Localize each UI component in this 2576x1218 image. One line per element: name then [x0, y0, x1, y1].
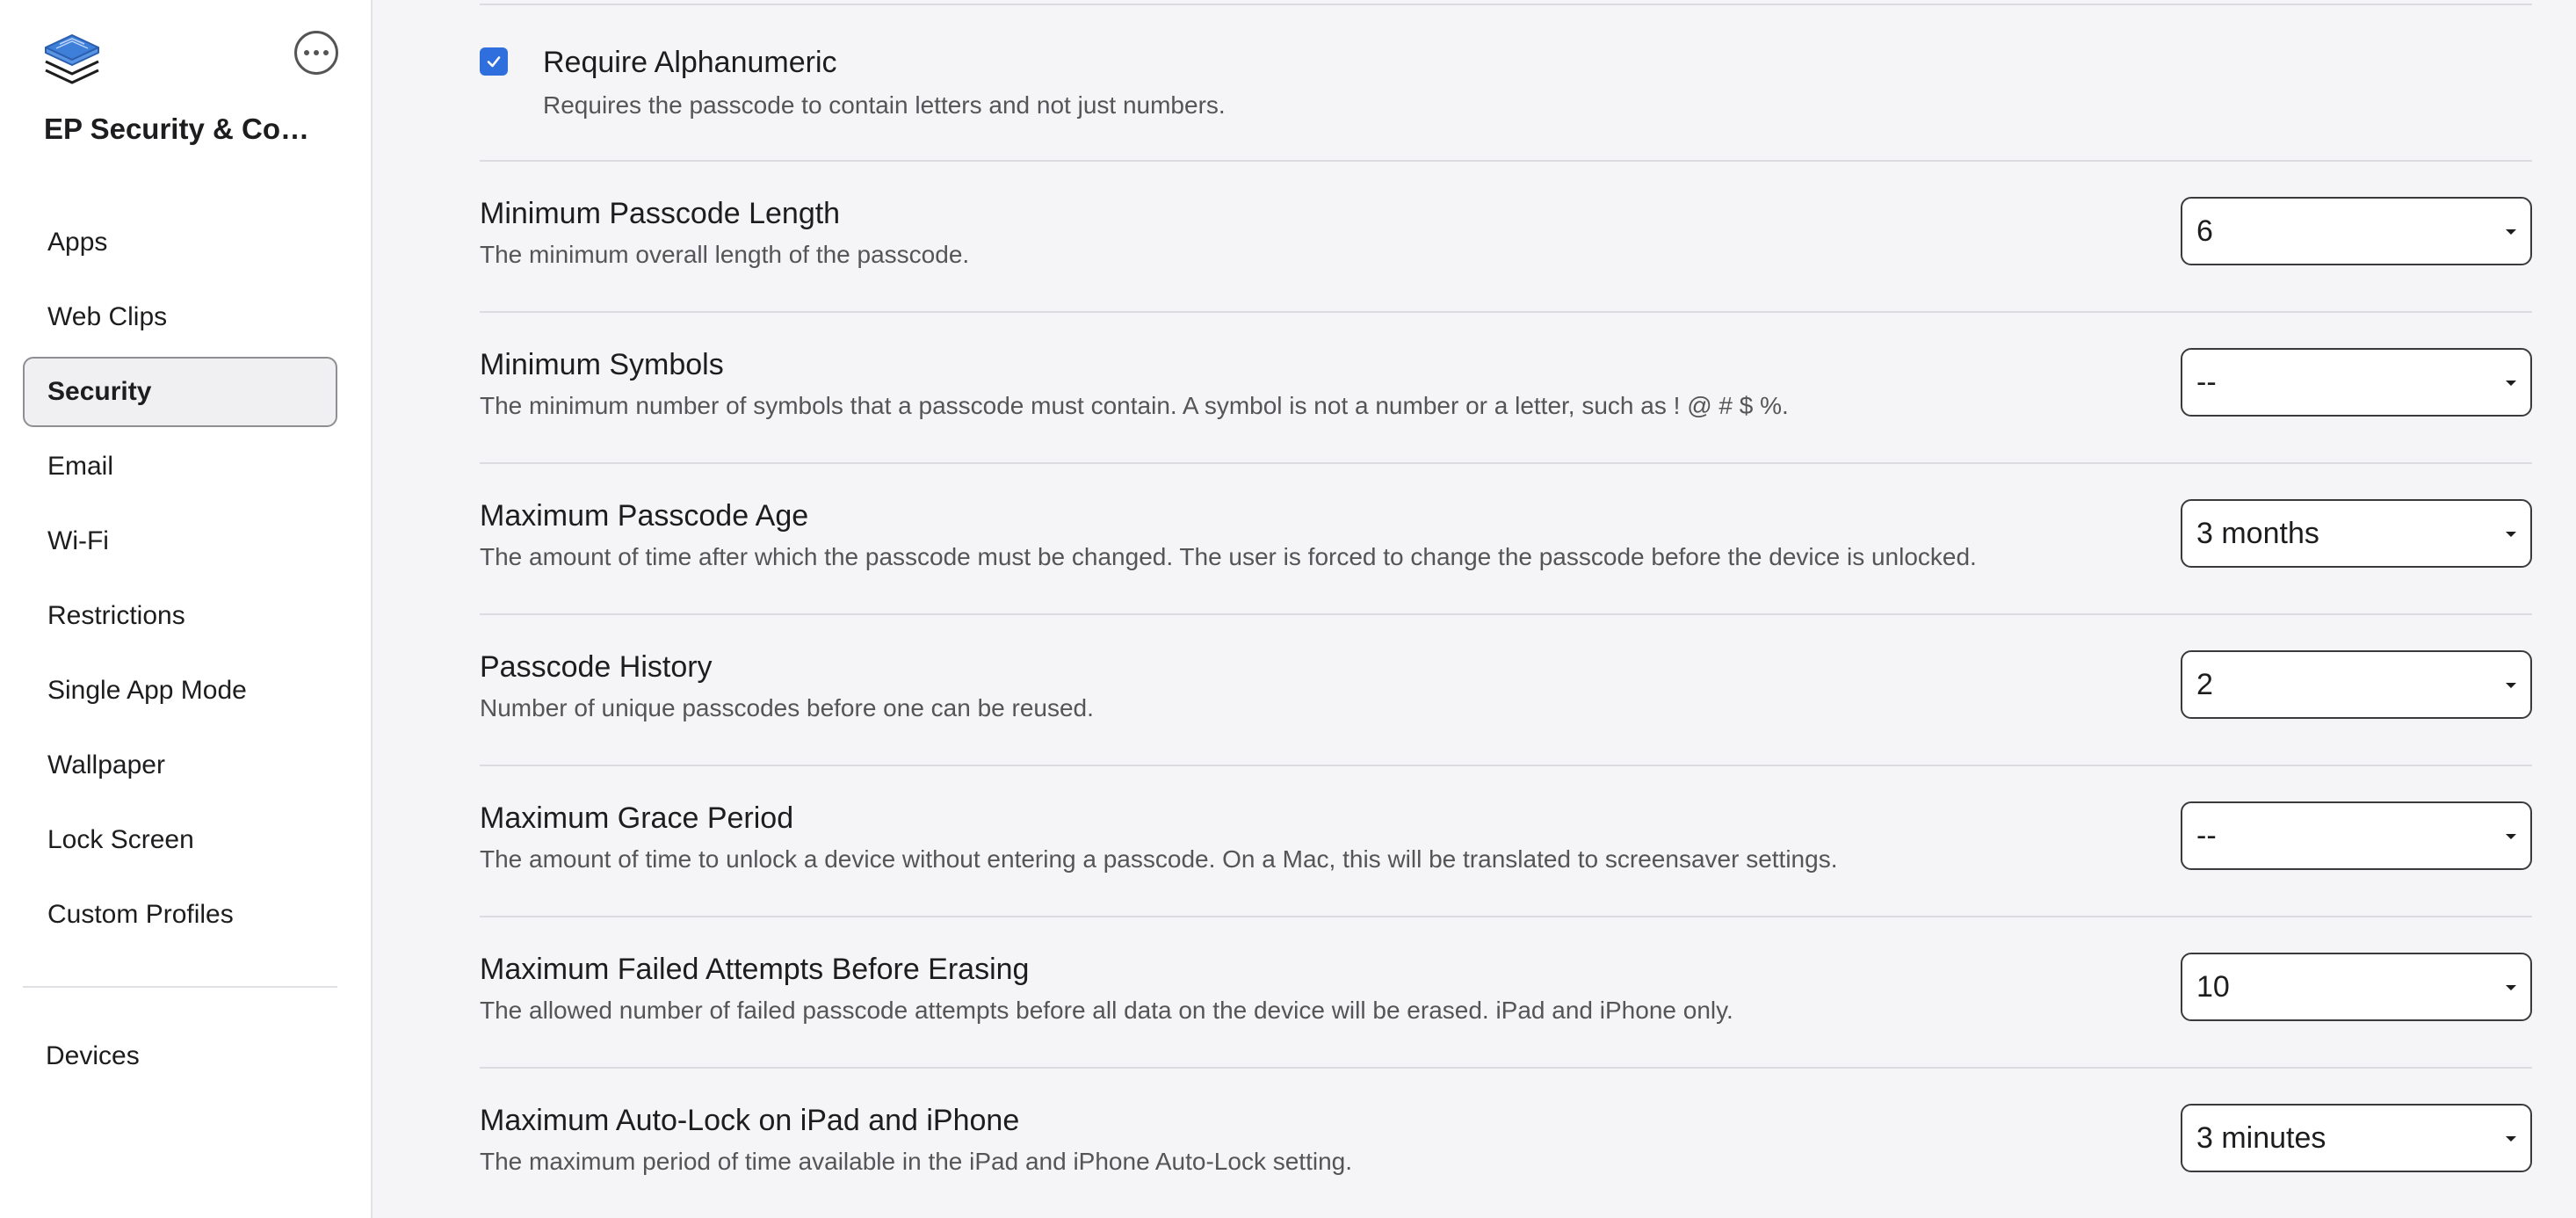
setting-select[interactable]: 2 — [2181, 650, 2532, 719]
caret-down-icon — [2506, 834, 2516, 839]
sidebar-item-email[interactable]: Email — [23, 431, 337, 502]
setting-select[interactable]: 6 — [2181, 197, 2532, 265]
sidebar-nav: Apps Web Clips Security Email Wi-Fi Restricti… — [23, 207, 337, 954]
setting-description: The minimum number of symbols that a pas… — [480, 392, 1789, 419]
setting-select[interactable]: -- — [2181, 801, 2532, 870]
sidebar-item-devices[interactable]: Devices — [23, 1021, 337, 1091]
sidebar-item-security[interactable]: Security — [23, 357, 337, 427]
setting-row: Maximum Passcode Age The amount of time a… — [480, 464, 2532, 615]
setting-description: The allowed number of failed passcode at… — [480, 997, 1733, 1024]
require-alphanumeric-description: Requires the passcode to contain letters… — [543, 91, 1226, 119]
caret-down-icon — [2506, 229, 2516, 235]
setting-select[interactable]: 3 months — [2181, 499, 2532, 568]
setting-title: Maximum Grace Period — [480, 801, 794, 835]
caret-down-icon — [2506, 985, 2516, 990]
sidebar-item-lock-screen[interactable]: Lock Screen — [23, 805, 337, 875]
setting-row: Maximum Auto-Lock on iPad and iPhone The … — [480, 1069, 2532, 1218]
caret-down-icon — [2506, 1136, 2516, 1142]
caret-down-icon — [2506, 683, 2516, 688]
require-alphanumeric-row: Require Alphanumeric Requires the passco… — [480, 5, 2532, 162]
setting-select[interactable]: 10 — [2181, 953, 2532, 1021]
sidebar: EP Security & Compliance AppsWeb ClipsSe… — [0, 0, 373, 1218]
sidebar-item-custom-profiles[interactable]: Custom Profiles — [23, 880, 337, 950]
setting-description: The minimum overall length of the passco… — [480, 241, 970, 268]
dot — [314, 50, 319, 55]
setting-row: Passcode History Number of unique passcod… — [480, 615, 2532, 766]
main-content: Require Alphanumeric Requires the passco… — [374, 0, 2576, 1218]
sidebar-item-restrictions[interactable]: Restrictions — [23, 581, 337, 651]
require-alphanumeric-checkbox[interactable] — [480, 47, 508, 76]
select-value: 6 — [2196, 214, 2213, 248]
setting-title: Maximum Failed Attempts Before Erasing — [480, 953, 1030, 986]
setting-row: Maximum Failed Attempts Before Erasing Th… — [480, 917, 2532, 1069]
setting-select[interactable]: 3 minutes — [2181, 1104, 2532, 1172]
select-value: -- — [2196, 365, 2217, 399]
select-value: 3 minutes — [2196, 1120, 2326, 1155]
setting-description: The maximum period of time available in … — [480, 1148, 1353, 1175]
select-value: -- — [2196, 818, 2217, 852]
setting-title: Maximum Auto-Lock on iPad and iPhone — [480, 1104, 1020, 1137]
stacked-layers-icon — [42, 30, 102, 88]
setting-row: Maximum Grace Period The amount of time t… — [480, 766, 2532, 917]
app-title: EP Security & Compliance — [44, 112, 334, 145]
more-options-button[interactable] — [294, 31, 338, 75]
setting-description: Number of unique passcodes before one ca… — [480, 694, 1094, 721]
setting-description: The amount of time after which the passc… — [480, 543, 1977, 570]
setting-row: Minimum Symbols The minimum number of sym… — [480, 313, 2532, 464]
setting-description: The amount of time to unlock a device wi… — [480, 845, 1838, 873]
caret-down-icon — [2506, 532, 2516, 537]
sidebar-item-wallpaper[interactable]: Wallpaper — [23, 730, 337, 801]
setting-title: Minimum Symbols — [480, 348, 724, 381]
require-alphanumeric-title: Require Alphanumeric — [543, 46, 837, 79]
sidebar-item-apps[interactable]: Apps — [23, 207, 337, 278]
dot — [304, 50, 309, 55]
sidebar-item-wi-fi[interactable]: Wi-Fi — [23, 506, 337, 576]
select-value: 3 months — [2196, 516, 2319, 550]
select-value: 2 — [2196, 667, 2213, 701]
sidebar-item-web-clips[interactable]: Web Clips — [23, 282, 337, 352]
dot — [323, 50, 329, 55]
sidebar-divider — [23, 986, 337, 988]
setting-select[interactable]: -- — [2181, 348, 2532, 417]
setting-title: Maximum Passcode Age — [480, 499, 809, 533]
setting-title: Minimum Passcode Length — [480, 197, 841, 230]
setting-row: Minimum Passcode Length The minimum overa… — [480, 162, 2532, 313]
select-value: 10 — [2196, 969, 2230, 1004]
caret-down-icon — [2506, 381, 2516, 386]
setting-title: Passcode History — [480, 650, 713, 684]
checkmark-icon — [487, 56, 501, 68]
sidebar-item-single-app-mode[interactable]: Single App Mode — [23, 656, 337, 726]
